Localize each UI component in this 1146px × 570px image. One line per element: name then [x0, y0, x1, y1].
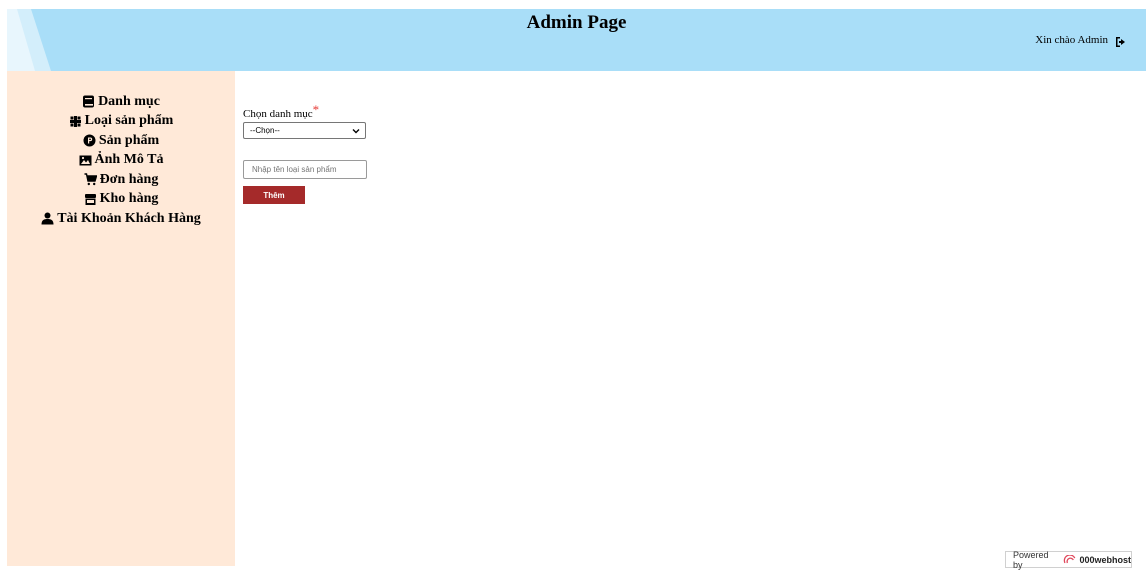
cart-icon: [84, 173, 97, 186]
sidebar: Danh mục Loại sản phẩm Sản phẩm Ảnh Mô T…: [7, 71, 235, 566]
product-icon: [83, 134, 96, 147]
sidebar-item-don-hang[interactable]: Đơn hàng: [7, 170, 235, 190]
sign-out-icon[interactable]: [1113, 34, 1129, 50]
sidebar-item-label: Loại sản phẩm: [84, 113, 174, 129]
category-select-value: --Chọn--: [250, 126, 280, 135]
user-icon: [41, 212, 54, 225]
product-type-name-input[interactable]: [243, 160, 367, 179]
sidebar-item-danh-muc[interactable]: Danh mục: [7, 92, 235, 112]
sidebar-item-label: Đơn hàng: [99, 171, 159, 187]
sidebar-item-anh-mo-ta[interactable]: Ảnh Mô Tả: [7, 151, 235, 171]
required-marker: *: [312, 102, 320, 117]
category-label-text: Chọn danh mục: [243, 108, 313, 120]
chevron-down-icon: [352, 129, 360, 134]
page-margin: [0, 0, 7, 566]
sidebar-item-label: Kho hàng: [99, 191, 159, 207]
sidebar-menu: Danh mục Loại sản phẩm Sản phẩm Ảnh Mô T…: [7, 92, 235, 229]
sidebar-item-tai-khoan-khach-hang[interactable]: Tài Khoản Khách Hàng: [7, 209, 235, 229]
sidebar-item-label: Ảnh Mô Tả: [94, 152, 164, 168]
page-title: Admin Page: [526, 12, 627, 33]
sidebar-item-label: Tài Khoản Khách Hàng: [57, 210, 201, 226]
powered-by-badge[interactable]: Powered by 000webhost: [1005, 549, 1132, 570]
powered-by-text: Powered by: [1013, 549, 1049, 570]
sidebar-item-label: Danh mục: [98, 93, 160, 109]
category-select[interactable]: --Chọn--: [243, 122, 366, 139]
greeting-text: Xin chào Admin: [1035, 34, 1108, 46]
header-bar: Admin Page Xin chào Admin: [7, 9, 1146, 71]
webhost-brand: 000webhost: [1079, 554, 1131, 565]
store-icon: [84, 193, 96, 205]
add-button[interactable]: Thêm: [243, 186, 305, 204]
grid-icon: [69, 115, 81, 127]
category-label: Chọn danh mục*: [243, 102, 320, 121]
webhost-logo-icon: [1063, 554, 1076, 563]
sidebar-item-kho-hang[interactable]: Kho hàng: [7, 190, 235, 210]
sidebar-item-label: Sản phẩm: [98, 132, 160, 148]
book-icon: [83, 95, 95, 108]
sidebar-item-loai-san-pham[interactable]: Loại sản phẩm: [7, 112, 235, 132]
sidebar-item-san-pham[interactable]: Sản phẩm: [7, 131, 235, 151]
image-icon: [79, 155, 91, 166]
